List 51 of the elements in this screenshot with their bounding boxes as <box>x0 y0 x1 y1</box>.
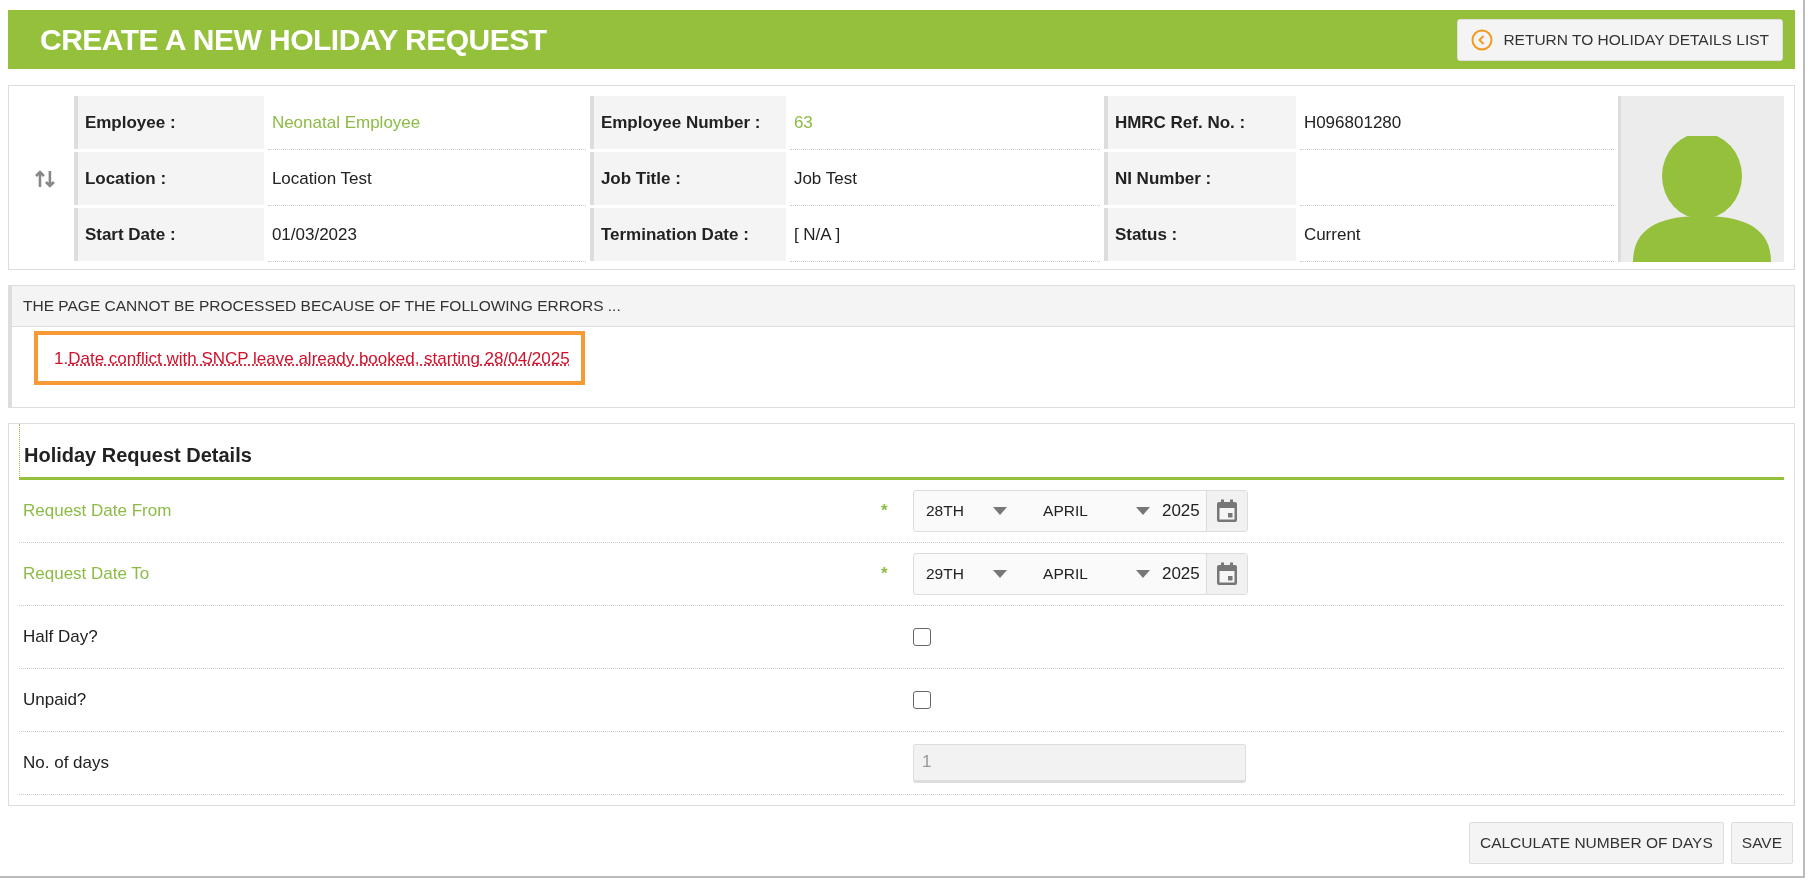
field-label: Location : <box>73 152 264 205</box>
calendar-button[interactable] <box>1206 491 1247 531</box>
month-select[interactable]: APRIL <box>1025 502 1162 520</box>
field-label: Employee Number : <box>589 96 786 149</box>
day-select[interactable]: 28TH <box>914 502 1026 520</box>
field-value: Neonatal Employee <box>267 96 586 150</box>
field-value: H096801280 <box>1299 96 1614 150</box>
field-label: Termination Date : <box>589 208 786 261</box>
form-label: Unpaid? <box>22 690 88 710</box>
action-button[interactable]: CALCULATE NUMBER OF DAYS <box>1468 822 1724 864</box>
caret-icon <box>1135 506 1150 516</box>
field-value: 01/03/2023 <box>267 208 586 262</box>
caret-icon <box>1135 569 1150 579</box>
field-value: Job Test <box>789 152 1100 206</box>
field-label: NI Number : <box>1103 152 1296 205</box>
year-field[interactable]: 2025 <box>1161 501 1207 521</box>
date-picker[interactable]: 28TH APRIL 2025 <box>913 490 1248 532</box>
chevron-left-circle-icon <box>1471 28 1494 51</box>
field-label: Employee : <box>73 96 264 149</box>
year-field[interactable]: 2025 <box>1161 564 1207 584</box>
checkbox[interactable] <box>913 691 931 709</box>
field-label: Job Title : <box>589 152 786 205</box>
form-label: Half Day? <box>22 627 99 647</box>
page-title: CREATE A NEW HOLIDAY REQUEST <box>40 22 547 57</box>
field-label: HMRC Ref. No. : <box>1103 96 1296 149</box>
field-value: Current <box>1299 208 1614 262</box>
caret-icon <box>993 569 1008 579</box>
required-mark: * <box>881 564 888 583</box>
return-button[interactable]: RETURN TO HOLIDAY DETAILS LIST <box>1457 18 1783 61</box>
date-picker[interactable]: 29TH APRIL 2025 <box>913 553 1248 595</box>
required-mark: * <box>881 501 888 520</box>
form-label: No. of days <box>22 753 110 773</box>
month-select[interactable]: APRIL <box>1025 565 1162 583</box>
action-button[interactable]: SAVE <box>1730 822 1793 864</box>
error-heading: THE PAGE CANNOT BE PROCESSED BECAUSE OF THE FOLLOWING ERRORS ... <box>12 286 1794 327</box>
form-label: Request Date From <box>22 501 173 521</box>
error-message: 1.Date conflict with SNCP leave already booked, starting 28/04/2025 <box>34 331 585 385</box>
checkbox[interactable] <box>913 628 931 646</box>
field-label: Start Date : <box>73 208 264 261</box>
field-value: Location Test <box>267 152 586 206</box>
field-value: [ N/A ] <box>789 208 1100 262</box>
person-silhouette-icon <box>1633 136 1772 262</box>
calendar-button[interactable] <box>1206 554 1247 594</box>
form-label: Request Date To <box>22 564 151 584</box>
day-select[interactable]: 29TH <box>914 565 1026 583</box>
calendar-icon <box>1216 562 1239 586</box>
field-value: 63 <box>789 96 1100 150</box>
calendar-icon <box>1216 499 1239 523</box>
field-label: Status : <box>1103 208 1296 261</box>
section-title: Holiday Request Details <box>19 424 1784 480</box>
caret-icon <box>993 506 1008 516</box>
